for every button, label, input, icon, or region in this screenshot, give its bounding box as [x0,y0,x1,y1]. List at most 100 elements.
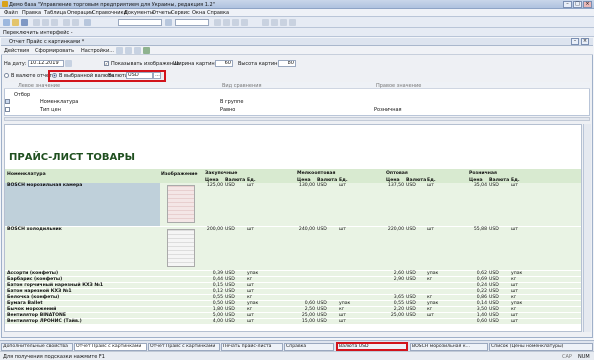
unit-value: упак [511,301,523,306]
menu-file[interactable]: Файл [4,10,18,16]
open-icon[interactable] [12,19,19,26]
save-icon[interactable] [21,19,28,26]
copy-icon[interactable] [42,19,49,26]
product-name: Вентилятор ЛРОНИС (Тайв.) [7,319,82,324]
toolbar-icon-c[interactable] [134,47,141,54]
currency-value: USD [225,313,235,318]
show-images-checkbox[interactable]: ✓ [104,61,109,66]
currency-value: USD [489,277,499,282]
price-value: 125,00 [206,183,223,188]
calendar-icon[interactable] [223,19,230,26]
maximize-button[interactable]: □ [573,1,582,8]
interface-switch[interactable]: Переключить интерфейс - [3,30,73,36]
cut-icon[interactable] [33,19,40,26]
menu-reports[interactable]: Отчеты [152,10,172,16]
price-value: 0,39 [212,271,223,276]
report-minimize-button[interactable]: – [571,38,579,45]
filter-row-check[interactable] [5,107,10,112]
currency-field[interactable]: USD [126,72,153,79]
price-value: 3,50 [476,307,487,312]
redo-icon[interactable] [72,19,79,26]
price-value: 15,00 [301,319,315,324]
price-value: 4,00 [212,319,223,324]
filter-row-pricetype[interactable]: Тип цен [40,107,61,113]
filter-row-root[interactable]: Отбор [14,92,30,98]
unit-value: кг [247,295,253,300]
currency-value: USD [317,319,327,324]
mode-m-minus-icon[interactable] [280,19,287,26]
clipboard-icon[interactable] [232,19,239,26]
product-name: Бумага Ballet [7,301,43,306]
report-close-button[interactable]: × [581,38,589,45]
price-value: 1,80 [212,307,223,312]
menu-operations[interactable]: Операции [67,10,93,16]
find-icon[interactable] [84,19,91,26]
currency-value: USD [225,301,235,306]
menu-table[interactable]: Таблица [44,10,66,16]
value-combo[interactable] [175,19,209,26]
menu-help[interactable]: Справка [207,10,229,16]
tools-icon[interactable] [241,19,248,26]
mode-m-plus-icon[interactable] [271,19,278,26]
menu-edit[interactable]: Правка [22,10,41,16]
currency-value: USD [225,277,235,282]
close-button[interactable]: × [583,1,592,8]
currency-value: USD [406,277,416,282]
task-price-report-active[interactable]: Отчет Прайс с картинками [74,343,147,351]
menu-service[interactable]: Сервис [171,10,190,16]
undo-icon[interactable] [63,19,70,26]
toolbar-icon-d[interactable] [143,47,150,54]
report-title: ПРАЙС-ЛИСТ ТОВАРЫ [9,152,135,163]
search-combo[interactable] [118,19,162,26]
info-icon[interactable] [289,19,296,26]
selected-currency-radio[interactable] [52,73,57,78]
filter-row-product-compare[interactable]: В группе [220,99,243,105]
mode-m-icon[interactable] [262,19,269,26]
minimize-button[interactable]: – [563,1,572,8]
price-value: 25,00 [301,313,315,318]
filter-row-pricetype-value[interactable]: Розничная [374,107,402,113]
actions-menu[interactable]: Действия [4,48,29,54]
paste-icon[interactable] [51,19,58,26]
filter-row-pricetype-compare[interactable]: Равно [220,107,235,113]
toolbar-icon-a[interactable] [116,47,123,54]
unit-value: шт [511,283,518,288]
search-go-icon[interactable] [165,19,172,26]
image-width-field[interactable]: 60 [215,60,233,67]
table-row[interactable]: BOSCH морозильная камера 125,00 USD шт 130,0… [5,183,581,227]
caps-indicator: CAP [562,354,572,360]
report-scrollbar[interactable] [583,124,591,332]
currency-value: USD [489,301,499,306]
image-height-field[interactable]: 80 [278,60,296,67]
menu-documents[interactable]: Документы [124,10,154,16]
calendar-picker-icon[interactable] [65,60,72,67]
task-price-list[interactable]: Список (Цены номенклатуры) [489,343,593,351]
new-icon[interactable] [3,19,10,26]
filter-row-check[interactable] [5,99,10,104]
settings-button[interactable]: Настройки... [81,48,114,54]
generate-button[interactable]: Сформировать [35,48,74,54]
filter-row-product[interactable]: Номенклатура [40,99,78,105]
report-currency-radio[interactable] [4,73,9,78]
task-extra-properties[interactable]: Дополнительные свойства [1,343,73,351]
price-value: 55,88 [473,227,487,232]
currency-value: USD [317,307,327,312]
calculator-icon[interactable] [214,19,221,26]
task-help[interactable]: Справка [284,343,334,351]
task-price-report[interactable]: Отчет Прайс с картинками [148,343,220,351]
task-bosch-freezer[interactable]: BOSCH морозильная к... [410,343,488,351]
price-value: 220,00 [387,227,404,232]
unit-value: кг [427,295,433,300]
task-print-price-list[interactable]: Печать прайс-листа [221,343,283,351]
unit-value: шт [247,283,254,288]
currency-select-button[interactable]: ... [153,72,161,79]
filter-scrollbar[interactable] [4,117,590,121]
price-value: 2,50 [304,307,315,312]
toolbar-icon-b[interactable] [125,47,132,54]
date-field[interactable]: 10.12.2019 [28,60,64,67]
task-currency-usd[interactable]: Валюта USD [336,342,408,351]
menu-windows[interactable]: Окна [192,10,205,16]
menu-catalogs[interactable]: Справочники [92,10,127,16]
table-row[interactable]: Вентилятор ЛРОНИС (Тайв.) 4,00 USD шт 15,00 U… [5,319,581,325]
table-row[interactable]: BOSCH холодильник 200,00 USD шт 240,00 USD шт 2… [5,227,581,271]
